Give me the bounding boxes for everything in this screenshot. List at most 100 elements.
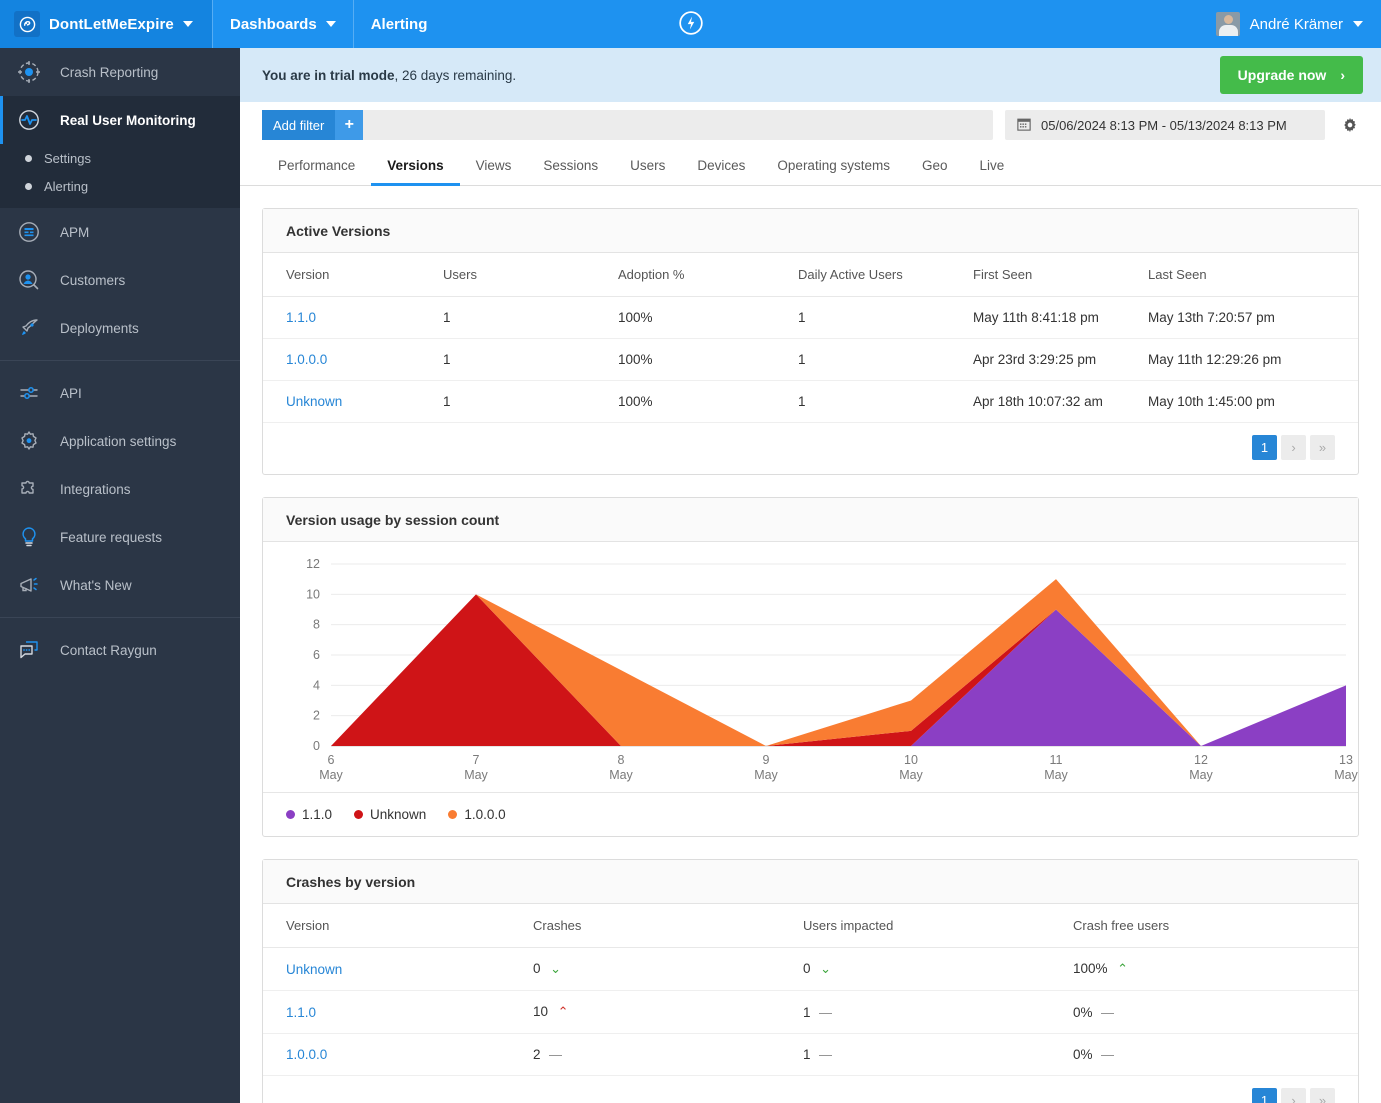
svg-text:May: May — [754, 768, 778, 782]
add-filter-button[interactable]: Add filter — [262, 110, 335, 140]
trend-flat-icon: — — [811, 1047, 841, 1062]
tab-live[interactable]: Live — [964, 148, 1021, 186]
sidebar-item-label: Contact Raygun — [60, 643, 157, 658]
svg-text:May: May — [1189, 768, 1213, 782]
chevron-down-icon — [1353, 21, 1363, 27]
legend-label: 1.0.0.0 — [464, 807, 505, 822]
chevron-down-icon — [326, 21, 336, 27]
trend-down-icon: ⌄ — [541, 961, 571, 977]
col-version: Version — [263, 904, 533, 948]
table-row: 1.1.0 1 100% 1 May 11th 8:41:18 pm May 1… — [263, 297, 1358, 339]
megaphone-icon — [14, 573, 44, 597]
legend-item-3[interactable]: 1.0.0.0 — [448, 807, 505, 822]
cell-crash-free: 0%— — [1073, 991, 1358, 1034]
version-link[interactable]: 1.1.0 — [286, 310, 316, 325]
sidebar-item-crash-reporting[interactable]: Crash Reporting — [0, 48, 240, 96]
trial-bold-text: You are in trial mode — [262, 68, 395, 83]
crashes-value: 10 — [533, 1004, 548, 1019]
sidebar-subitem-label: Settings — [44, 151, 91, 166]
tab-versions[interactable]: Versions — [371, 148, 459, 186]
last-page-button[interactable]: » — [1310, 435, 1335, 460]
svg-text:8: 8 — [618, 753, 625, 767]
chevron-right-icon: › — [1340, 67, 1345, 83]
sidebar-item-whats-new[interactable]: What's New — [0, 561, 240, 609]
app-selector[interactable]: DontLetMeExpire — [0, 0, 212, 48]
filter-bar: Add filter + 05/06/2024 8:13 PM - 05/13/… — [240, 102, 1381, 148]
version-link[interactable]: Unknown — [286, 962, 342, 977]
tab-operating-systems[interactable]: Operating systems — [761, 148, 906, 186]
avatar — [1216, 12, 1240, 36]
crashes-by-version-title: Crashes by version — [263, 860, 1358, 904]
tab-sessions[interactable]: Sessions — [527, 148, 614, 186]
cell-version: 1.1.0 — [263, 297, 443, 339]
tab-performance[interactable]: Performance — [262, 148, 371, 186]
sidebar-divider — [0, 617, 240, 618]
col-adoption: Adoption % — [618, 253, 798, 297]
sidebar-item-label: Feature requests — [60, 530, 162, 545]
svg-text:7: 7 — [473, 753, 480, 767]
sidebar-item-application-settings[interactable]: Application settings — [0, 417, 240, 465]
version-usage-chart[interactable]: 0246810126May7May8May9May10May11May12May… — [263, 542, 1358, 792]
sidebar-item-label: Deployments — [60, 321, 139, 336]
svg-text:May: May — [1044, 768, 1068, 782]
cell-dau: 1 — [798, 381, 973, 423]
upgrade-now-button[interactable]: Upgrade now › — [1220, 56, 1363, 94]
trend-up-icon: ⌃ — [548, 1004, 578, 1020]
cell-version: 1.0.0.0 — [263, 339, 443, 381]
tab-geo[interactable]: Geo — [906, 148, 964, 186]
active-versions-title: Active Versions — [263, 209, 1358, 253]
cell-users-impacted: 0⌄ — [803, 948, 1073, 991]
date-range-label: 05/06/2024 8:13 PM - 05/13/2024 8:13 PM — [1041, 118, 1287, 133]
crashes-by-version-pagination: 1 › » — [263, 1076, 1358, 1103]
sidebar-item-alerting[interactable]: Alerting — [0, 172, 240, 200]
version-link[interactable]: 1.0.0.0 — [286, 1047, 327, 1062]
sidebar-item-contact-raygun[interactable]: Contact Raygun — [0, 626, 240, 674]
page-1-button[interactable]: 1 — [1252, 435, 1277, 460]
cell-users: 1 — [443, 339, 618, 381]
version-link[interactable]: Unknown — [286, 394, 342, 409]
filter-field[interactable]: Add filter + — [262, 110, 993, 140]
nav-dashboards[interactable]: Dashboards — [212, 0, 353, 48]
legend-label: Unknown — [370, 807, 426, 822]
legend-item-2[interactable]: Unknown — [354, 807, 426, 822]
svg-text:10: 10 — [306, 587, 320, 601]
sidebar-item-api[interactable]: API — [0, 369, 240, 417]
sidebar-item-label: What's New — [60, 578, 132, 593]
date-range-picker[interactable]: 05/06/2024 8:13 PM - 05/13/2024 8:13 PM — [1005, 110, 1325, 140]
version-link[interactable]: 1.0.0.0 — [286, 352, 327, 367]
crash-free-value: 0% — [1073, 1005, 1093, 1020]
cell-version: 1.0.0.0 — [263, 1034, 533, 1076]
tab-views[interactable]: Views — [460, 148, 528, 186]
sidebar-divider — [0, 360, 240, 361]
version-link[interactable]: 1.1.0 — [286, 1005, 316, 1020]
cell-crashes: 2— — [533, 1034, 803, 1076]
last-page-button[interactable]: » — [1310, 1088, 1335, 1103]
svg-text:2: 2 — [313, 709, 320, 723]
sidebar-item-real-user-monitoring[interactable]: Real User Monitoring — [0, 96, 240, 144]
sidebar-item-apm[interactable]: APM — [0, 208, 240, 256]
page-1-button[interactable]: 1 — [1252, 1088, 1277, 1103]
trend-flat-icon: — — [1093, 1005, 1123, 1020]
legend-item-1[interactable]: 1.1.0 — [286, 807, 332, 822]
sidebar-item-label: API — [60, 386, 82, 401]
sidebar-item-deployments[interactable]: Deployments — [0, 304, 240, 352]
next-page-button[interactable]: › — [1281, 435, 1306, 460]
sidebar-item-integrations[interactable]: Integrations — [0, 465, 240, 513]
nav-alerting[interactable]: Alerting — [353, 0, 445, 48]
add-filter-plus-button[interactable]: + — [335, 110, 363, 140]
sidebar-item-label: APM — [60, 225, 89, 240]
trend-flat-icon: — — [1093, 1047, 1123, 1062]
settings-gear-button[interactable] — [1337, 116, 1363, 134]
sidebar-item-customers[interactable]: Customers — [0, 256, 240, 304]
customer-search-icon — [14, 268, 44, 292]
user-menu[interactable]: André Krämer — [1204, 0, 1381, 48]
tab-users[interactable]: Users — [614, 148, 681, 186]
cell-users: 1 — [443, 381, 618, 423]
cell-version: Unknown — [263, 381, 443, 423]
sidebar-item-settings[interactable]: Settings — [0, 144, 240, 172]
table-row: 1.0.0.0 1 100% 1 Apr 23rd 3:29:25 pm May… — [263, 339, 1358, 381]
pulse-icon — [14, 108, 44, 132]
next-page-button[interactable]: › — [1281, 1088, 1306, 1103]
tab-devices[interactable]: Devices — [681, 148, 761, 186]
sidebar-item-feature-requests[interactable]: Feature requests — [0, 513, 240, 561]
